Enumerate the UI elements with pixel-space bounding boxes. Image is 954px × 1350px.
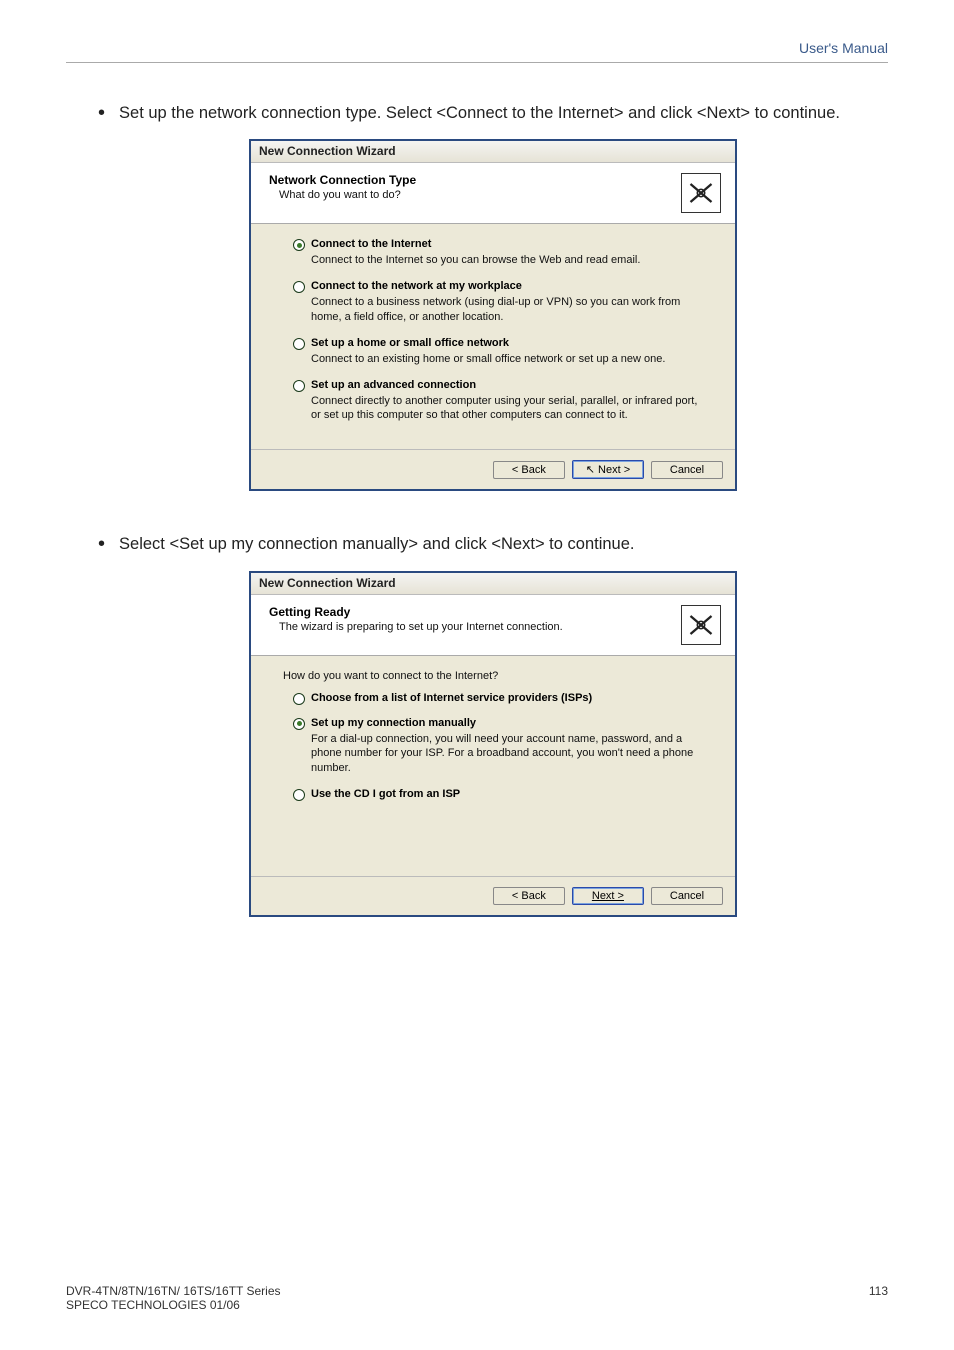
back-button[interactable]: < Back [493, 461, 565, 479]
page-number: 113 [869, 1284, 888, 1298]
option-connect-workplace[interactable]: Connect to the network at my workplace C… [293, 280, 703, 325]
intro-para-2: • Select <Set up my connection manually>… [98, 531, 888, 558]
wizard-icon [681, 173, 721, 213]
option-label: Use the CD I got from an ISP [311, 788, 460, 800]
manual-label: User's Manual [799, 40, 888, 56]
page-content: • Set up the network connection type. Se… [98, 100, 888, 957]
option-choose-isp-list[interactable]: Choose from a list of Internet service p… [293, 692, 703, 705]
dialog-header: Network Connection Type What do you want… [251, 163, 735, 224]
dialog-header-text: Getting Ready The wizard is preparing to… [269, 605, 673, 633]
radio-icon[interactable] [293, 693, 305, 705]
option-label: Connect to the Internet [311, 238, 431, 250]
next-button[interactable]: Next > [572, 887, 644, 905]
option-home-network[interactable]: Set up a home or small office network Co… [293, 337, 703, 367]
next-button-label: Next > [598, 464, 630, 476]
dialog-footer: < Back Next > Cancel [251, 876, 735, 915]
option-desc: Connect to a business network (using dia… [293, 295, 703, 325]
dialog-heading: Network Connection Type [269, 173, 673, 187]
cancel-button[interactable]: Cancel [651, 461, 723, 479]
option-desc: Connect directly to another computer usi… [293, 394, 703, 424]
option-label: Connect to the network at my workplace [311, 280, 522, 292]
radio-icon[interactable] [293, 239, 305, 251]
bullet-icon: • [98, 531, 105, 557]
radio-icon[interactable] [293, 718, 305, 730]
dialog-header: Getting Ready The wizard is preparing to… [251, 595, 735, 656]
intro-para-1: • Set up the network connection type. Se… [98, 100, 888, 127]
radio-icon[interactable] [293, 338, 305, 350]
dialog-title: New Connection Wizard [251, 573, 735, 595]
dialog-heading: Getting Ready [269, 605, 673, 619]
option-advanced-connection[interactable]: Set up an advanced connection Connect di… [293, 379, 703, 424]
option-label: Set up an advanced connection [311, 379, 476, 391]
option-label: Set up a home or small office network [311, 337, 509, 349]
radio-icon[interactable] [293, 789, 305, 801]
option-label: Choose from a list of Internet service p… [311, 692, 592, 704]
option-label: Set up my connection manually [311, 717, 476, 729]
footer-line2: SPECO TECHNOLOGIES 01/06 [66, 1298, 888, 1312]
header-bar: User's Manual [66, 40, 888, 63]
dialog-title: New Connection Wizard [251, 141, 735, 163]
radio-icon[interactable] [293, 281, 305, 293]
dialog-header-text: Network Connection Type What do you want… [269, 173, 673, 201]
cursor-icon: ↖ [586, 464, 595, 476]
dialog-body: How do you want to connect to the Intern… [251, 656, 735, 876]
option-desc: Connect to an existing home or small off… [293, 352, 703, 367]
wizard-icon [681, 605, 721, 645]
dialog-body: Connect to the Internet Connect to the I… [251, 224, 735, 449]
next-button[interactable]: ↖ Next > [572, 460, 644, 479]
bullet-icon: • [98, 100, 105, 126]
dialog-network-connection-type: New Connection Wizard Network Connection… [249, 139, 737, 491]
dialog-subheading: What do you want to do? [269, 189, 673, 201]
dialog-subheading: The wizard is preparing to set up your I… [269, 621, 673, 633]
intro-text-2: Select <Set up my connection manually> a… [119, 531, 634, 558]
cancel-button[interactable]: Cancel [651, 887, 723, 905]
option-setup-manually[interactable]: Set up my connection manually For a dial… [293, 717, 703, 777]
footer-line1: DVR-4TN/8TN/16TN/ 16TS/16TT Series [66, 1284, 888, 1298]
page-footer: DVR-4TN/8TN/16TN/ 16TS/16TT Series SPECO… [66, 1284, 888, 1312]
radio-icon[interactable] [293, 380, 305, 392]
dialog-getting-ready: New Connection Wizard Getting Ready The … [249, 571, 737, 917]
option-desc: For a dial-up connection, you will need … [293, 732, 703, 777]
dialog-footer: < Back ↖ Next > Cancel [251, 449, 735, 489]
option-connect-internet[interactable]: Connect to the Internet Connect to the I… [293, 238, 703, 268]
dialog-question: How do you want to connect to the Intern… [283, 670, 703, 682]
option-desc: Connect to the Internet so you can brows… [293, 253, 703, 268]
option-use-cd[interactable]: Use the CD I got from an ISP [293, 788, 703, 801]
back-button[interactable]: < Back [493, 887, 565, 905]
intro-text-1: Set up the network connection type. Sele… [119, 100, 840, 127]
next-button-label: Next > [592, 890, 624, 902]
